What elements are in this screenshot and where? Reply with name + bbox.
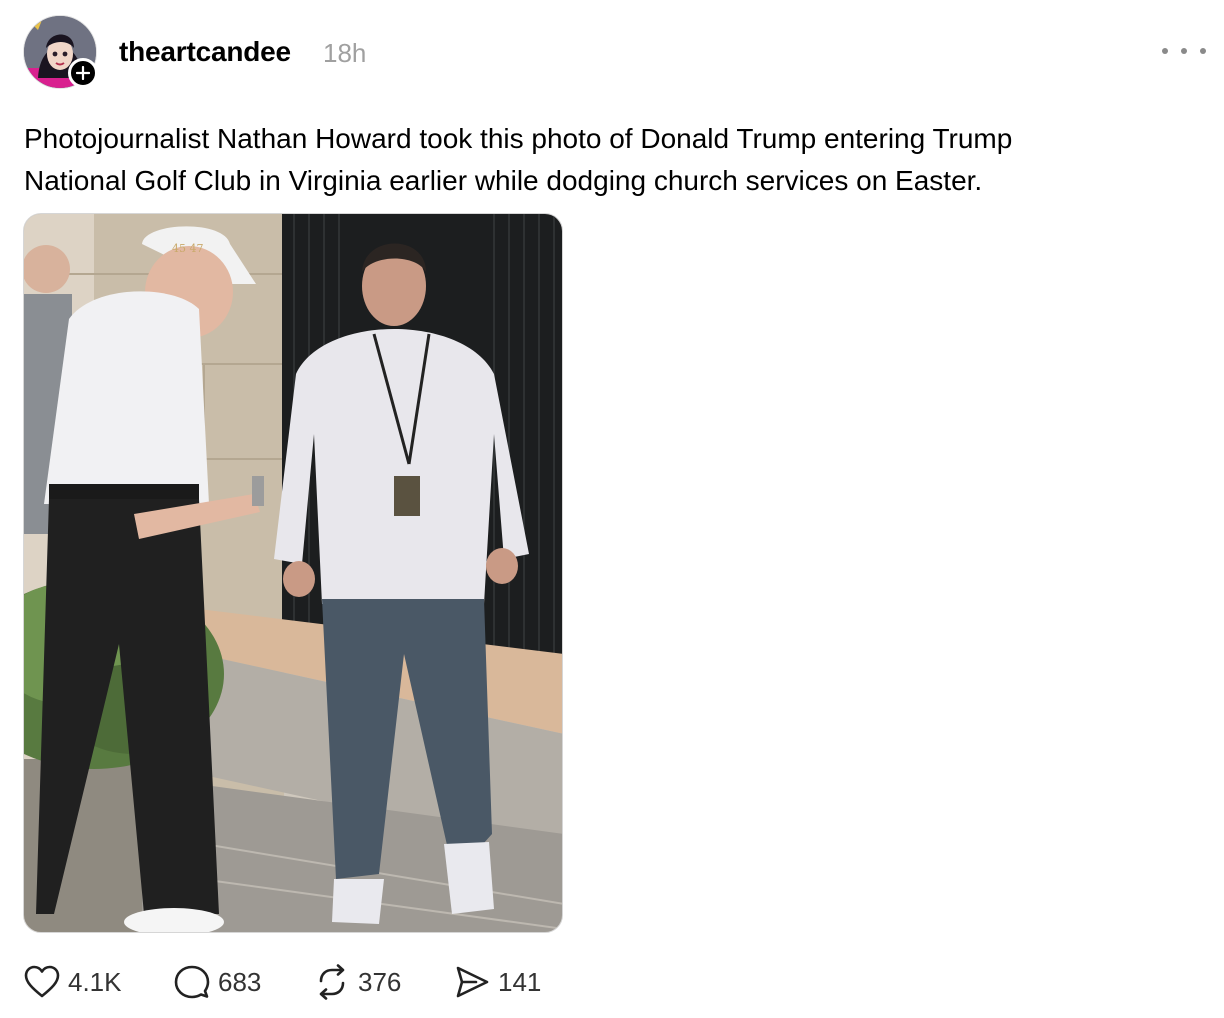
send-icon [456,966,489,998]
avatar-button[interactable] [23,15,98,89]
post-timestamp: 18h [323,38,367,68]
post-image[interactable]: 45 47 [23,213,563,933]
plus-icon [76,66,90,80]
comment-icon [174,965,210,999]
follow-button[interactable] [68,58,98,88]
post-text-line: National Golf Club in Virginia earlier w… [24,165,983,196]
photo-illustration: 45 47 [24,214,562,932]
post-text: Photojournalist Nathan Howard took this … [24,118,1184,202]
repost-count: 376 [358,966,402,997]
heart-icon [24,965,60,998]
repost-icon [319,964,345,1000]
more-dots-icon [1162,48,1168,54]
like-count: 4.1K [68,966,122,997]
reply-button[interactable]: 683 [174,962,261,1002]
share-button[interactable]: 141 [454,962,541,1002]
post-text-line: Photojournalist Nathan Howard took this … [24,123,1013,154]
cap-text: 45 47 [172,242,204,255]
post-card: theartcandee 18h Photojournalist Nathan … [0,0,1224,1018]
more-options-button[interactable] [1162,38,1206,64]
repost-button[interactable]: 376 [314,962,401,1002]
author-name[interactable]: theartcandee [119,36,291,68]
share-count: 141 [498,966,542,997]
reply-count: 683 [218,966,262,997]
like-button[interactable]: 4.1K [24,962,122,1002]
